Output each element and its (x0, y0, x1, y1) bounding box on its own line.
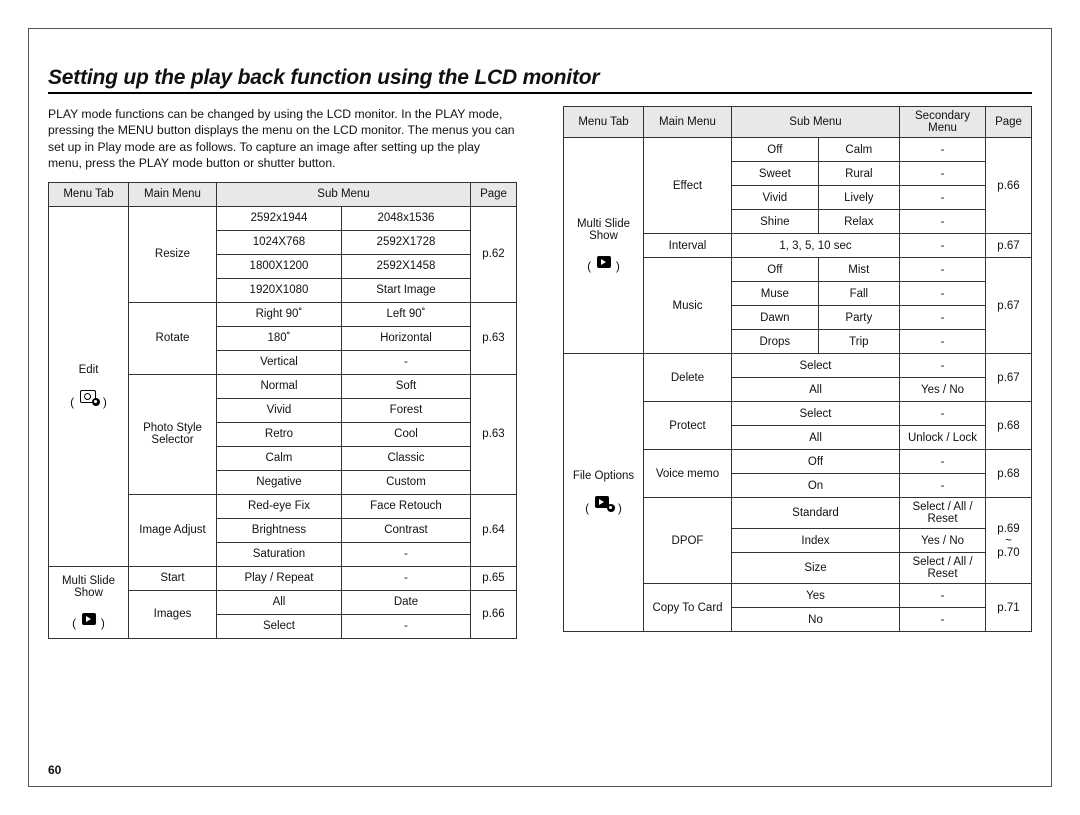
table-header-row: Menu Tab Main Menu Sub Menu Secondary Me… (564, 107, 1032, 138)
main-dpof: DPOF (644, 498, 732, 584)
header-menutab: Menu Tab (49, 182, 129, 206)
main-voice: Voice memo (644, 450, 732, 498)
slideshow-icon (595, 254, 613, 270)
edit-icon (78, 388, 100, 406)
header-page: Page (986, 107, 1032, 138)
content-columns: PLAY mode functions can be changed by us… (48, 106, 1032, 639)
header-secmenu: Secondary Menu (900, 107, 986, 138)
tab-slide-a: Multi Slide Show ( ) (49, 566, 129, 638)
header-mainmenu: Main Menu (644, 107, 732, 138)
main-copy: Copy To Card (644, 584, 732, 632)
tab-slide-b: Multi Slide Show ( ) (564, 138, 644, 354)
tab-file: File Options ( ) (564, 354, 644, 632)
main-protect: Protect (644, 402, 732, 450)
slideshow-icon (80, 611, 98, 627)
table-header-row: Menu Tab Main Menu Sub Menu Page (49, 182, 517, 206)
left-column: PLAY mode functions can be changed by us… (48, 106, 517, 639)
header-submenu: Sub Menu (217, 182, 471, 206)
header-submenu: Sub Menu (732, 107, 900, 138)
header-mainmenu: Main Menu (129, 182, 217, 206)
main-pss: Photo Style Selector (129, 374, 217, 494)
main-effect: Effect (644, 138, 732, 234)
intro-paragraph: PLAY mode functions can be changed by us… (48, 106, 517, 172)
page-title: Setting up the play back function using … (48, 66, 1032, 94)
file-options-icon (593, 494, 615, 512)
page-number: 60 (48, 763, 61, 777)
right-column: Menu Tab Main Menu Sub Menu Secondary Me… (563, 106, 1032, 639)
menu-table-a: Menu Tab Main Menu Sub Menu Page Edit ( … (48, 182, 517, 639)
main-start: Start (129, 566, 217, 590)
main-interval: Interval (644, 234, 732, 258)
tab-edit: Edit ( ) (49, 206, 129, 566)
main-resize: Resize (129, 206, 217, 302)
header-page: Page (471, 182, 517, 206)
header-menutab: Menu Tab (564, 107, 644, 138)
menu-table-b: Menu Tab Main Menu Sub Menu Secondary Me… (563, 106, 1032, 632)
main-imgadj: Image Adjust (129, 494, 217, 566)
main-rotate: Rotate (129, 302, 217, 374)
main-delete: Delete (644, 354, 732, 402)
main-images: Images (129, 590, 217, 638)
main-music: Music (644, 258, 732, 354)
